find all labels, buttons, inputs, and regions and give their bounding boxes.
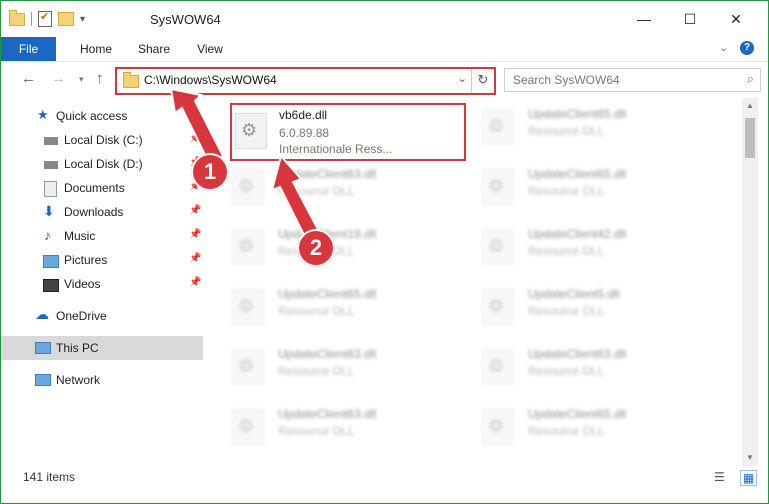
annotation-arrows [169, 87, 325, 247]
annotation-arrow-1 [169, 87, 225, 165]
explorer-window: ▾ SysWOW64 — ☐ ✕ File Home Share View ⌄ … [0, 0, 769, 504]
annotation-badge-2: 2 [297, 229, 335, 267]
annotation-badge-1: 1 [191, 153, 229, 191]
